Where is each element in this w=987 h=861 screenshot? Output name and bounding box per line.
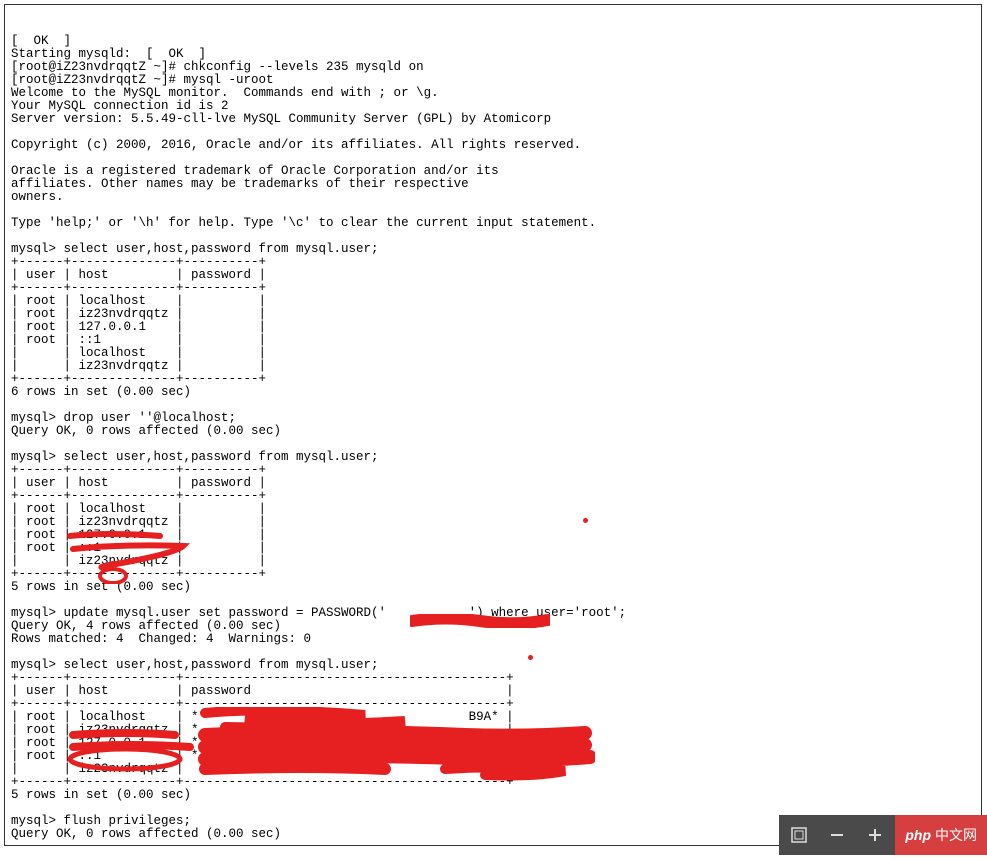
- terminal-window[interactable]: [ OK ] Starting mysqld: [ OK ] [root@iZ2…: [4, 4, 982, 846]
- taskbar-controls: [779, 815, 895, 855]
- fullscreen-icon[interactable]: [789, 825, 809, 845]
- red-dot-1: [583, 518, 588, 523]
- php-logo-suffix: 中文网: [935, 829, 977, 842]
- php-watermark[interactable]: php 中文网: [895, 815, 987, 855]
- plus-icon[interactable]: [865, 825, 885, 845]
- php-logo-text: php: [905, 829, 931, 842]
- terminal-output: [ OK ] Starting mysqld: [ OK ] [root@iZ2…: [11, 35, 975, 846]
- minus-icon[interactable]: [827, 825, 847, 845]
- red-dot-2: [528, 655, 533, 660]
- bottom-taskbar: php 中文网: [779, 815, 987, 855]
